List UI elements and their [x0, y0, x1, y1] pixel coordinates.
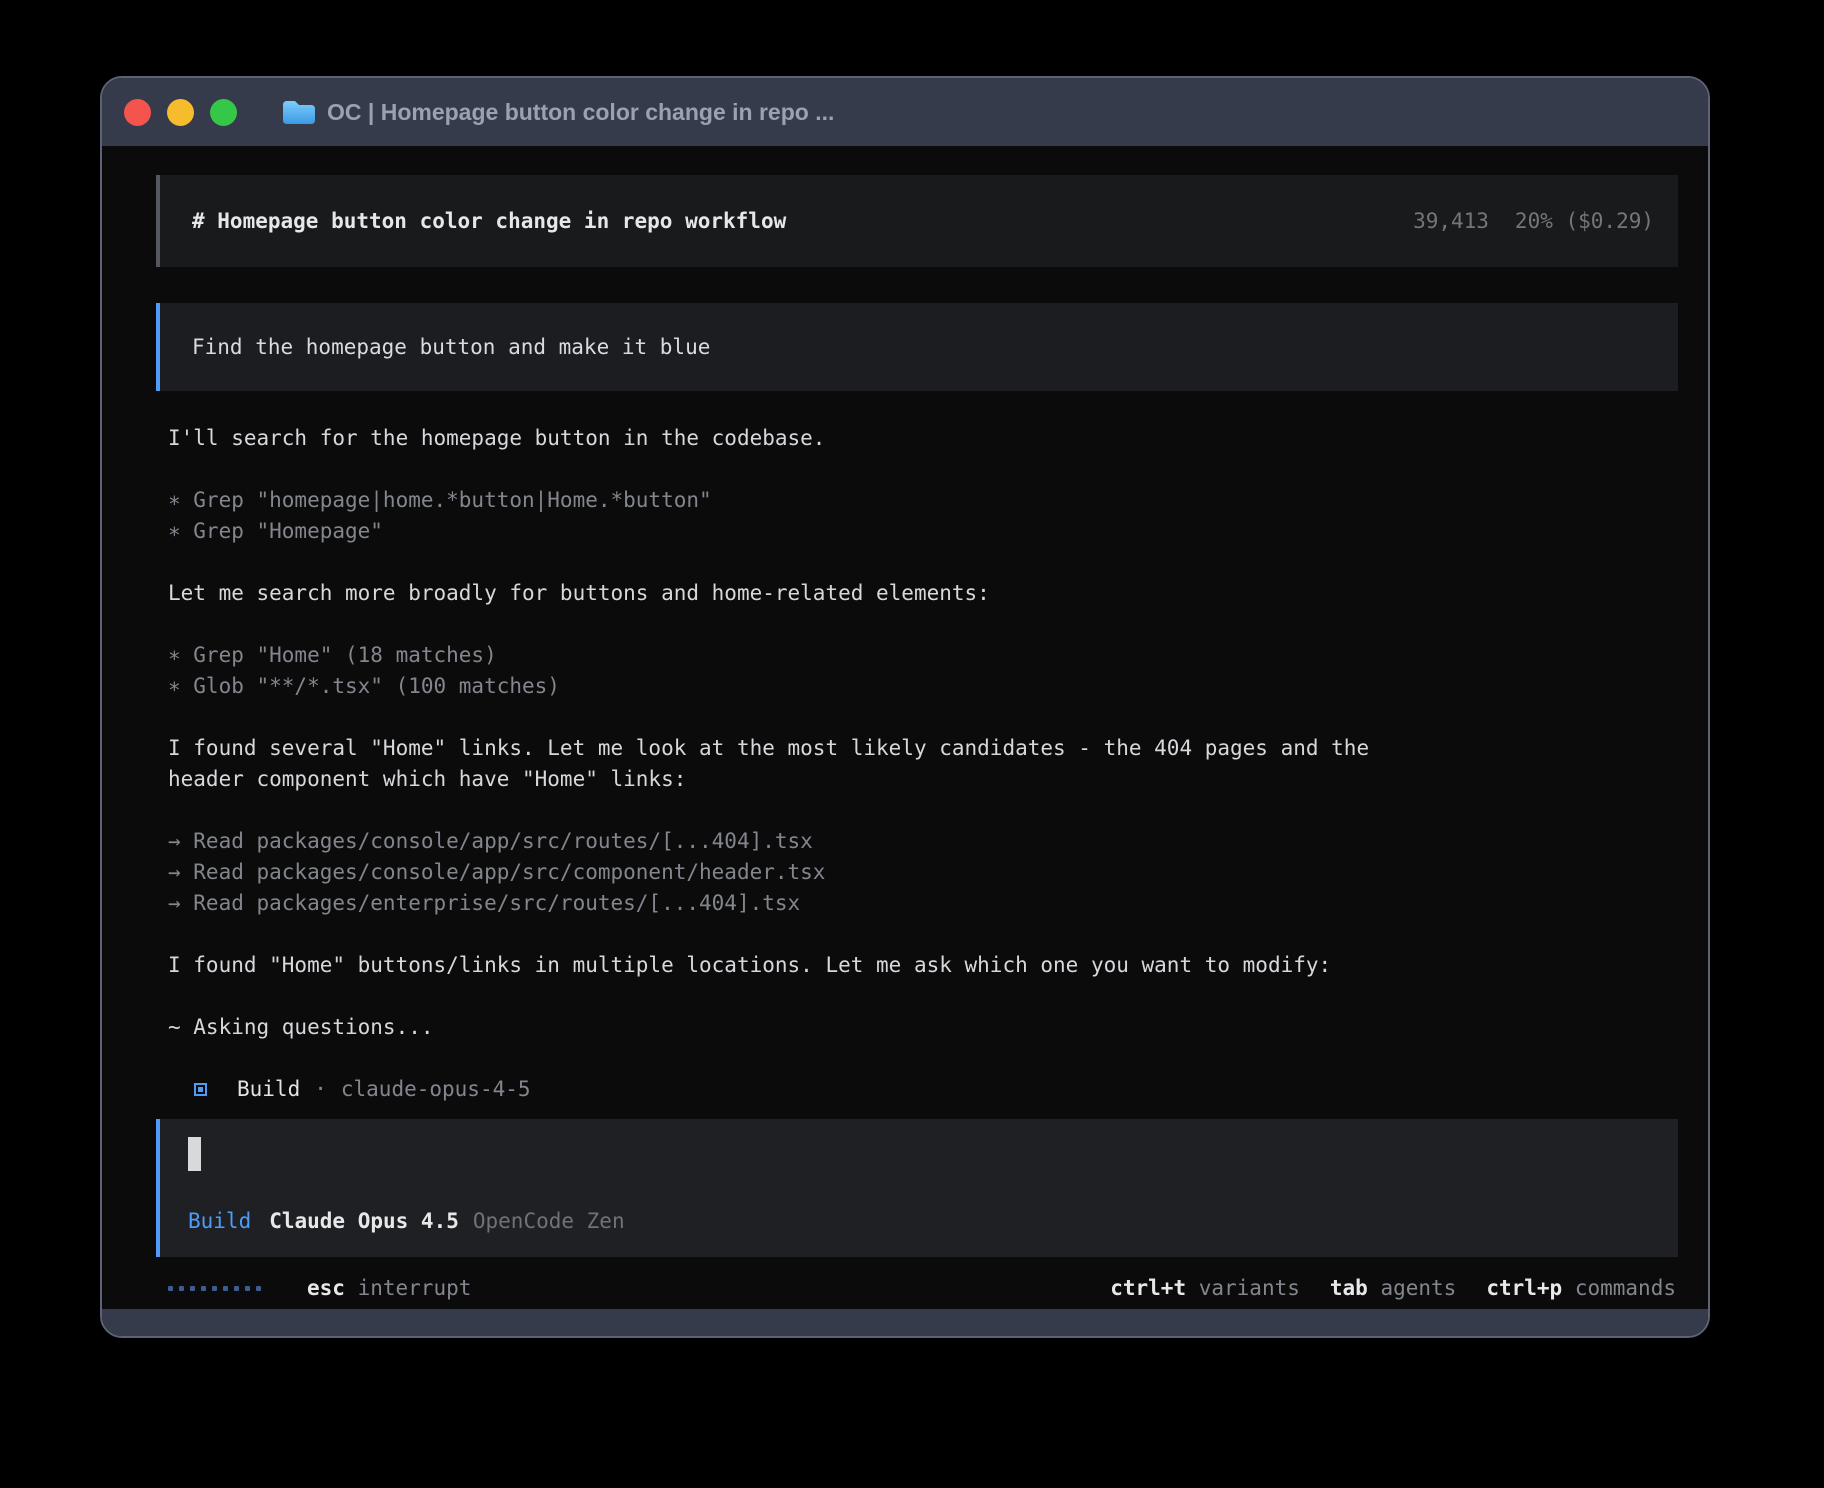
session-stats: 39,413 20% ($0.29) [1413, 206, 1654, 237]
chat-blank-line [168, 919, 1678, 950]
chat-transcript: I'll search for the homepage button in t… [156, 423, 1678, 1043]
chat-line: → Read packages/console/app/src/routes/[… [168, 826, 1678, 857]
shortcut-hints: ctrl+t variants tab agents ctrl+p commands [1110, 1273, 1676, 1304]
activity-dot [201, 1286, 206, 1291]
chat-line: header component which have "Home" links… [168, 764, 1678, 795]
chat-line: → Read packages/enterprise/src/routes/[.… [168, 888, 1678, 919]
chat-line: I found "Home" buttons/links in multiple… [168, 950, 1678, 981]
agent-build-icon-core [198, 1087, 203, 1092]
chat-line: I'll search for the homepage button in t… [168, 423, 1678, 454]
token-count: 39,413 [1413, 206, 1489, 237]
shortcut-key: ctrl+p [1486, 1276, 1562, 1300]
esc-label [345, 1276, 358, 1300]
minimize-button[interactable] [167, 99, 194, 126]
input-model-label[interactable]: Claude Opus 4.5 [269, 1206, 459, 1237]
activity-dots [168, 1286, 261, 1291]
traffic-lights [124, 99, 237, 126]
folder-icon [281, 99, 315, 126]
agent-separator: · [314, 1074, 327, 1105]
shortcut-key: tab [1330, 1276, 1368, 1300]
activity-dot [256, 1286, 261, 1291]
agent-model: claude-opus-4-5 [341, 1074, 531, 1105]
shortcut-hint: tab agents [1330, 1273, 1456, 1304]
chat-blank-line [168, 547, 1678, 578]
chat-line: Let me search more broadly for buttons a… [168, 578, 1678, 609]
chat-blank-line [168, 609, 1678, 640]
chat-blank-line [168, 795, 1678, 826]
shortcut-label: agents [1368, 1276, 1457, 1300]
agent-build-icon [194, 1083, 207, 1096]
shortcut-key: ctrl+t [1110, 1276, 1186, 1300]
agent-status-line: Build · claude-opus-4-5 [156, 1074, 1678, 1105]
activity-dot [168, 1286, 173, 1291]
activity-dot [212, 1286, 217, 1291]
chat-line: ∗ Grep "homepage|home.*button|Home.*butt… [168, 485, 1678, 516]
chat-blank-line [168, 702, 1678, 733]
chat-line: I found several "Home" links. Let me loo… [168, 733, 1678, 764]
input-provider-label: OpenCode Zen [473, 1206, 625, 1237]
status-bar: esc interrupt ctrl+t variantstab agentsc… [156, 1273, 1678, 1304]
terminal-window: OC | Homepage button color change in rep… [100, 76, 1710, 1338]
window-titlebar: OC | Homepage button color change in rep… [102, 78, 1708, 146]
chat-line: ∗ Grep "Home" (18 matches) [168, 640, 1678, 671]
esc-key: esc [307, 1276, 345, 1300]
session-header: # Homepage button color change in repo w… [156, 175, 1678, 267]
interrupt-label: interrupt [358, 1276, 472, 1300]
shortcut-label: commands [1562, 1276, 1676, 1300]
shortcut-hint: ctrl+p commands [1486, 1273, 1676, 1304]
close-button[interactable] [124, 99, 151, 126]
activity-dot [190, 1286, 195, 1291]
window-title: OC | Homepage button color change in rep… [327, 99, 834, 126]
shortcut-hint: ctrl+t variants [1110, 1273, 1300, 1304]
text-cursor [188, 1137, 201, 1171]
maximize-button[interactable] [210, 99, 237, 126]
chat-blank-line [168, 981, 1678, 1012]
input-agent-label[interactable]: Build [188, 1206, 251, 1237]
activity-dot [223, 1286, 228, 1291]
interrupt-hint: esc interrupt [307, 1273, 471, 1304]
shortcut-label: variants [1186, 1276, 1300, 1300]
context-cost: 20% ($0.29) [1515, 206, 1654, 237]
session-title: # Homepage button color change in repo w… [192, 206, 786, 237]
desktop: { "window": { "title": "OC | Homepage bu… [0, 0, 1824, 1488]
terminal-content: # Homepage button color change in repo w… [102, 146, 1708, 1309]
user-message-text: Find the homepage button and make it blu… [192, 332, 710, 363]
activity-dot [179, 1286, 184, 1291]
agent-name: Build [237, 1074, 300, 1105]
window-bottom-strip [102, 1309, 1708, 1336]
input-meta-row: Build Claude Opus 4.5 OpenCode Zen [188, 1206, 1678, 1237]
chat-line: ∗ Grep "Homepage" [168, 516, 1678, 547]
chat-line: → Read packages/console/app/src/componen… [168, 857, 1678, 888]
activity-dot [245, 1286, 250, 1291]
chat-blank-line [168, 454, 1678, 485]
activity-dot [234, 1286, 239, 1291]
user-message: Find the homepage button and make it blu… [156, 303, 1678, 391]
prompt-input[interactable]: Build Claude Opus 4.5 OpenCode Zen [156, 1119, 1678, 1257]
chat-line: ∗ Glob "**/*.tsx" (100 matches) [168, 671, 1678, 702]
chat-line: ~ Asking questions... [168, 1012, 1678, 1043]
